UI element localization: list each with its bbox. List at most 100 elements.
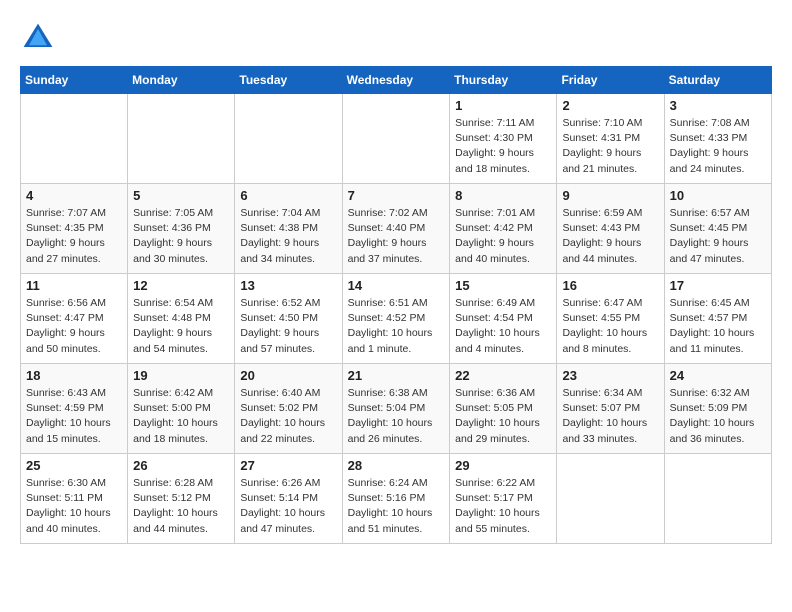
day-number: 2	[562, 98, 658, 113]
day-of-week-header: Wednesday	[342, 67, 450, 94]
day-number: 6	[240, 188, 336, 203]
calendar-cell: 18 Sunrise: 6:43 AM Sunset: 4:59 PM Dayli…	[21, 364, 128, 454]
day-info: Sunrise: 7:11 AM Sunset: 4:30 PM Dayligh…	[455, 116, 551, 177]
day-of-week-header: Friday	[557, 67, 664, 94]
page-header	[20, 20, 772, 56]
day-info: Sunrise: 7:01 AM Sunset: 4:42 PM Dayligh…	[455, 206, 551, 267]
calendar-cell: 20 Sunrise: 6:40 AM Sunset: 5:02 PM Dayli…	[235, 364, 342, 454]
day-info: Sunrise: 6:56 AM Sunset: 4:47 PM Dayligh…	[26, 296, 122, 357]
day-info: Sunrise: 6:57 AM Sunset: 4:45 PM Dayligh…	[670, 206, 766, 267]
day-number: 26	[133, 458, 229, 473]
calendar-cell: 10 Sunrise: 6:57 AM Sunset: 4:45 PM Dayli…	[664, 184, 771, 274]
calendar-cell: 19 Sunrise: 6:42 AM Sunset: 5:00 PM Dayli…	[128, 364, 235, 454]
day-info: Sunrise: 6:32 AM Sunset: 5:09 PM Dayligh…	[670, 386, 766, 447]
day-number: 9	[562, 188, 658, 203]
day-number: 16	[562, 278, 658, 293]
day-number: 29	[455, 458, 551, 473]
day-number: 28	[348, 458, 445, 473]
day-info: Sunrise: 6:34 AM Sunset: 5:07 PM Dayligh…	[562, 386, 658, 447]
day-of-week-header: Saturday	[664, 67, 771, 94]
calendar-cell: 27Sunrise: 6:26 AM Sunset: 5:14 PM Dayli…	[235, 454, 342, 544]
calendar-cell: 29 Sunrise: 6:22 AM Sunset: 5:17 PM Dayli…	[450, 454, 557, 544]
day-info: Sunrise: 6:52 AM Sunset: 4:50 PM Dayligh…	[240, 296, 336, 357]
day-info: Sunrise: 7:02 AM Sunset: 4:40 PM Dayligh…	[348, 206, 445, 267]
day-number: 3	[670, 98, 766, 113]
day-number: 1	[455, 98, 551, 113]
day-number: 27	[240, 458, 336, 473]
day-info: Sunrise: 6:47 AM Sunset: 4:55 PM Dayligh…	[562, 296, 658, 357]
calendar-week-row: 1 Sunrise: 7:11 AM Sunset: 4:30 PM Daylig…	[21, 94, 772, 184]
calendar-week-row: 18 Sunrise: 6:43 AM Sunset: 4:59 PM Dayli…	[21, 364, 772, 454]
logo	[20, 20, 62, 56]
calendar-cell: 12 Sunrise: 6:54 AM Sunset: 4:48 PM Dayli…	[128, 274, 235, 364]
day-info: Sunrise: 6:45 AM Sunset: 4:57 PM Dayligh…	[670, 296, 766, 357]
day-number: 4	[26, 188, 122, 203]
day-of-week-header: Sunday	[21, 67, 128, 94]
calendar-cell: 17Sunrise: 6:45 AM Sunset: 4:57 PM Dayli…	[664, 274, 771, 364]
calendar-cell: 1 Sunrise: 7:11 AM Sunset: 4:30 PM Daylig…	[450, 94, 557, 184]
day-number: 20	[240, 368, 336, 383]
day-info: Sunrise: 6:36 AM Sunset: 5:05 PM Dayligh…	[455, 386, 551, 447]
calendar-cell: 3 Sunrise: 7:08 AM Sunset: 4:33 PM Daylig…	[664, 94, 771, 184]
calendar-cell: 2 Sunrise: 7:10 AM Sunset: 4:31 PM Daylig…	[557, 94, 664, 184]
day-number: 15	[455, 278, 551, 293]
day-info: Sunrise: 6:24 AM Sunset: 5:16 PM Dayligh…	[348, 476, 445, 537]
day-number: 22	[455, 368, 551, 383]
day-of-week-header: Tuesday	[235, 67, 342, 94]
calendar-cell: 6 Sunrise: 7:04 AM Sunset: 4:38 PM Daylig…	[235, 184, 342, 274]
day-info: Sunrise: 7:07 AM Sunset: 4:35 PM Dayligh…	[26, 206, 122, 267]
calendar-week-row: 11 Sunrise: 6:56 AM Sunset: 4:47 PM Dayli…	[21, 274, 772, 364]
calendar-cell: 14Sunrise: 6:51 AM Sunset: 4:52 PM Dayli…	[342, 274, 450, 364]
day-number: 5	[133, 188, 229, 203]
day-number: 13	[240, 278, 336, 293]
calendar-cell	[21, 94, 128, 184]
calendar-cell: 15 Sunrise: 6:49 AM Sunset: 4:54 PM Dayli…	[450, 274, 557, 364]
day-info: Sunrise: 6:38 AM Sunset: 5:04 PM Dayligh…	[348, 386, 445, 447]
calendar-week-row: 4 Sunrise: 7:07 AM Sunset: 4:35 PM Daylig…	[21, 184, 772, 274]
day-number: 7	[348, 188, 445, 203]
day-number: 8	[455, 188, 551, 203]
day-info: Sunrise: 6:59 AM Sunset: 4:43 PM Dayligh…	[562, 206, 658, 267]
day-number: 11	[26, 278, 122, 293]
calendar-table: SundayMondayTuesdayWednesdayThursdayFrid…	[20, 66, 772, 544]
calendar-cell: 5 Sunrise: 7:05 AM Sunset: 4:36 PM Daylig…	[128, 184, 235, 274]
day-info: Sunrise: 7:10 AM Sunset: 4:31 PM Dayligh…	[562, 116, 658, 177]
calendar-cell: 9 Sunrise: 6:59 AM Sunset: 4:43 PM Daylig…	[557, 184, 664, 274]
day-number: 23	[562, 368, 658, 383]
day-info: Sunrise: 7:04 AM Sunset: 4:38 PM Dayligh…	[240, 206, 336, 267]
day-info: Sunrise: 6:22 AM Sunset: 5:17 PM Dayligh…	[455, 476, 551, 537]
calendar-cell: 11 Sunrise: 6:56 AM Sunset: 4:47 PM Dayli…	[21, 274, 128, 364]
day-number: 19	[133, 368, 229, 383]
day-info: Sunrise: 6:43 AM Sunset: 4:59 PM Dayligh…	[26, 386, 122, 447]
day-info: Sunrise: 6:54 AM Sunset: 4:48 PM Dayligh…	[133, 296, 229, 357]
calendar-cell: 21 Sunrise: 6:38 AM Sunset: 5:04 PM Dayli…	[342, 364, 450, 454]
day-number: 12	[133, 278, 229, 293]
day-of-week-header: Monday	[128, 67, 235, 94]
calendar-cell	[664, 454, 771, 544]
day-info: Sunrise: 6:28 AM Sunset: 5:12 PM Dayligh…	[133, 476, 229, 537]
day-number: 21	[348, 368, 445, 383]
calendar-cell	[557, 454, 664, 544]
calendar-cell: 26 Sunrise: 6:28 AM Sunset: 5:12 PM Dayli…	[128, 454, 235, 544]
calendar-cell: 22 Sunrise: 6:36 AM Sunset: 5:05 PM Dayli…	[450, 364, 557, 454]
calendar-cell: 25 Sunrise: 6:30 AM Sunset: 5:11 PM Dayli…	[21, 454, 128, 544]
calendar-cell: 7 Sunrise: 7:02 AM Sunset: 4:40 PM Daylig…	[342, 184, 450, 274]
day-number: 18	[26, 368, 122, 383]
calendar-week-row: 25 Sunrise: 6:30 AM Sunset: 5:11 PM Dayli…	[21, 454, 772, 544]
day-info: Sunrise: 6:49 AM Sunset: 4:54 PM Dayligh…	[455, 296, 551, 357]
calendar-cell: 4 Sunrise: 7:07 AM Sunset: 4:35 PM Daylig…	[21, 184, 128, 274]
day-of-week-header: Thursday	[450, 67, 557, 94]
day-info: Sunrise: 6:42 AM Sunset: 5:00 PM Dayligh…	[133, 386, 229, 447]
day-number: 25	[26, 458, 122, 473]
calendar-cell: 13 Sunrise: 6:52 AM Sunset: 4:50 PM Dayli…	[235, 274, 342, 364]
day-number: 14	[348, 278, 445, 293]
day-number: 10	[670, 188, 766, 203]
calendar-cell: 28 Sunrise: 6:24 AM Sunset: 5:16 PM Dayli…	[342, 454, 450, 544]
calendar-cell: 16 Sunrise: 6:47 AM Sunset: 4:55 PM Dayli…	[557, 274, 664, 364]
day-info: Sunrise: 6:30 AM Sunset: 5:11 PM Dayligh…	[26, 476, 122, 537]
calendar-cell: 23 Sunrise: 6:34 AM Sunset: 5:07 PM Dayli…	[557, 364, 664, 454]
day-info: Sunrise: 7:05 AM Sunset: 4:36 PM Dayligh…	[133, 206, 229, 267]
day-info: Sunrise: 6:40 AM Sunset: 5:02 PM Dayligh…	[240, 386, 336, 447]
day-info: Sunrise: 7:08 AM Sunset: 4:33 PM Dayligh…	[670, 116, 766, 177]
calendar-cell	[128, 94, 235, 184]
